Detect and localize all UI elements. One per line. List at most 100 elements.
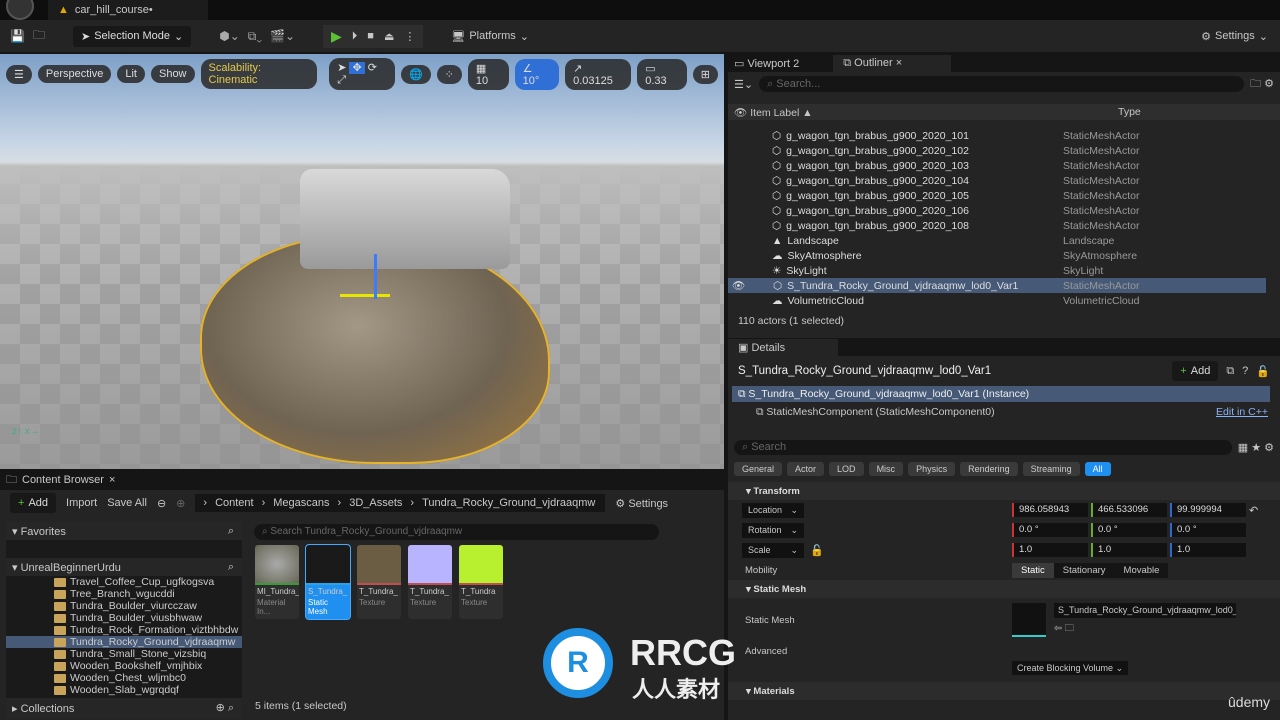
details-search-input[interactable]: ⌕ Search	[734, 439, 1232, 455]
outliner-row[interactable]: ☀ SkyLight SkyLight	[728, 263, 1280, 278]
filter-icon[interactable]: ☰⌄	[734, 78, 753, 91]
lock-icon[interactable]: 🔓	[1256, 365, 1270, 378]
folder-item[interactable]: Tundra_Boulder_viurcczaw	[6, 600, 242, 612]
location-y-field[interactable]: 466.533096	[1091, 503, 1167, 517]
blueprint-icon[interactable]: ⧉⌄	[248, 29, 262, 44]
tab-viewport-2[interactable]: ▭ Viewport 2	[728, 57, 829, 70]
add-actor-icon[interactable]: ⬢⌄	[219, 29, 240, 43]
outliner-row[interactable]: ⬡ g_wagon_tgn_brabus_g900_2020_105 StaticM…	[728, 188, 1280, 203]
rotation-snap-button[interactable]: ∠ 10°	[514, 58, 560, 90]
gizmo-z[interactable]	[374, 254, 377, 299]
search-icon[interactable]: ⌕	[228, 525, 234, 538]
col-item-label[interactable]: 👁 Item Label ▲	[728, 106, 1118, 119]
outliner-row[interactable]: ☁ SkyAtmosphere SkyAtmosphere	[728, 248, 1280, 263]
transform-section[interactable]: ▾ Transform	[728, 482, 1280, 500]
rotation-z-field[interactable]: 0.0 °	[1170, 523, 1246, 537]
filter-actor[interactable]: Actor	[787, 462, 825, 476]
location-dropdown[interactable]: Location ⌄	[742, 502, 804, 518]
unreal-logo[interactable]	[6, 0, 34, 20]
car-mesh[interactable]	[300, 169, 510, 269]
reset-icon[interactable]: ↶	[1249, 504, 1258, 517]
outliner-row[interactable]: ⬡ g_wagon_tgn_brabus_g900_2020_104 StaticM…	[728, 173, 1280, 188]
mobility-movable[interactable]: Movable	[1115, 563, 1169, 578]
lit-button[interactable]: Lit	[117, 65, 145, 83]
asset-tile[interactable]: T_Tundra_ Texture	[357, 545, 401, 619]
scalability-button[interactable]: Scalability: Cinematic	[200, 59, 318, 89]
blueprint-icon[interactable]: ⧉	[1226, 365, 1234, 378]
search-icon[interactable]: ⌕	[228, 561, 234, 574]
filter-general[interactable]: General	[734, 462, 783, 476]
folder-item[interactable]: Tundra_Boulder_viusbhwaw	[6, 612, 242, 624]
content-browser-tab[interactable]: 🗀 Content Browser ×	[0, 471, 724, 489]
transform-tools[interactable]: ➤ ✥ ⟳ ⤢	[329, 58, 395, 90]
rotation-y-field[interactable]: 0.0 °	[1091, 523, 1167, 537]
breadcrumb-item[interactable]: 3D_Assets	[349, 497, 402, 509]
mesh-thumbnail[interactable]	[1012, 603, 1046, 637]
import-button[interactable]: Import	[66, 497, 97, 509]
scale-z-field[interactable]: 1.0	[1170, 543, 1246, 557]
advanced-label[interactable]: Advanced	[728, 642, 1280, 662]
folder-item[interactable]: Wooden_Slab_wgrqdqf	[6, 684, 242, 696]
rotation-dropdown[interactable]: Rotation ⌄	[742, 522, 804, 538]
folder-item[interactable]: Travel_Coffee_Cup_ugfkogsva	[6, 576, 242, 588]
outliner-search-input[interactable]: ⌕ Search...	[759, 76, 1245, 92]
instance-row[interactable]: ⧉ S_Tundra_Rocky_Ground_vjdraaqmw_lod0_V…	[732, 386, 1270, 402]
surface-snap-icon[interactable]: ⁘	[436, 64, 462, 84]
world-local-icon[interactable]: 🌐	[400, 64, 431, 84]
rotation-x-field[interactable]: 0.0 °	[1012, 523, 1088, 537]
close-icon[interactable]: ×	[109, 474, 115, 486]
settings-button[interactable]: ⚙ Settings ⌄	[1201, 30, 1268, 43]
help-icon[interactable]: ?	[1242, 365, 1248, 377]
level-viewport[interactable]: z↑ x→	[0, 54, 724, 469]
forward-icon[interactable]: ⊕	[176, 497, 185, 510]
asset-tile[interactable]: S_Tundra_ Static Mesh	[305, 544, 351, 620]
step-icon[interactable]: ⏵	[352, 30, 358, 43]
folder-item[interactable]: Tundra_Small_Stone_vizsbiq	[6, 648, 242, 660]
play-icon[interactable]: ▶	[331, 28, 342, 45]
asset-tile[interactable]: T_Tundra_ Texture	[408, 545, 452, 619]
add-collection-icon[interactable]: ⊕ ⌕	[216, 701, 234, 715]
save-icon[interactable]: 💾	[10, 29, 25, 43]
breadcrumb-item[interactable]: Content	[215, 497, 254, 509]
document-tab[interactable]: ▲ car_hill_course•	[48, 0, 208, 20]
camera-speed-button[interactable]: ▭ 0.33	[637, 58, 687, 90]
eject-icon[interactable]: ⏏	[384, 30, 394, 43]
gizmo-x[interactable]	[340, 294, 390, 297]
outliner-row[interactable]: ⬡ g_wagon_tgn_brabus_g900_2020_108 StaticM…	[728, 218, 1280, 233]
stop-icon[interactable]: ■	[367, 30, 374, 42]
static-mesh-picker[interactable]: S_Tundra_Rocky_Ground_vjdraaqmw_lod0_Va …	[1054, 603, 1236, 618]
scale-snap-button[interactable]: ↗ 0.03125	[565, 58, 632, 90]
add-component-button[interactable]: + Add	[1172, 361, 1219, 381]
breadcrumb-item[interactable]: Tundra_Rocky_Ground_vjdraaqmw	[422, 497, 595, 509]
filter-physics[interactable]: Physics	[908, 462, 956, 476]
collections-header[interactable]: ▸ Collections ⊕ ⌕	[6, 698, 242, 718]
create-blocking-volume-button[interactable]: Create Blocking Volume ⌄	[1012, 661, 1129, 675]
filter-rendering[interactable]: Rendering	[960, 462, 1018, 476]
outliner-row[interactable]: ⬡ g_wagon_tgn_brabus_g900_2020_102 StaticM…	[728, 143, 1280, 158]
add-button[interactable]: + Add	[10, 493, 57, 513]
filter-lod[interactable]: LOD	[829, 462, 864, 476]
viewport-menu-icon[interactable]: ☰	[6, 64, 32, 84]
mobility-stationary[interactable]: Stationary	[1054, 563, 1115, 578]
outliner-row[interactable]: ⬡ g_wagon_tgn_brabus_g900_2020_103 StaticM…	[728, 158, 1280, 173]
outliner-row[interactable]: ⬡ g_wagon_tgn_brabus_g900_2020_106 StaticM…	[728, 203, 1280, 218]
back-icon[interactable]: ⊖	[157, 497, 166, 510]
folder-item[interactable]: Tree_Branch_wgucddi	[6, 588, 242, 600]
add-folder-icon[interactable]: 🗀 ⚙	[1250, 75, 1274, 94]
tab-details[interactable]: ▣ Details	[728, 338, 838, 356]
static-mesh-section[interactable]: ▾ Static Mesh	[728, 580, 1280, 598]
folder-item[interactable]: Tundra_Rocky_Ground_vjdraaqmw	[6, 636, 242, 648]
breadcrumb-item[interactable]: Megascans	[273, 497, 329, 509]
filter-all[interactable]: All	[1084, 462, 1111, 476]
location-x-field[interactable]: 986.058943	[1012, 503, 1088, 517]
grid-snap-button[interactable]: ▦ 10	[467, 58, 509, 90]
cinematics-icon[interactable]: 🎬⌄	[270, 29, 295, 43]
asset-tile[interactable]: T_Tundra Texture	[459, 545, 503, 619]
mobility-static[interactable]: Static	[1012, 562, 1054, 578]
layout-icon[interactable]: ⊞	[692, 64, 718, 84]
scale-x-field[interactable]: 1.0	[1012, 543, 1088, 557]
asset-tile[interactable]: MI_Tundra_ Material In...	[255, 545, 299, 619]
save-all-button[interactable]: Save All	[107, 497, 147, 509]
visibility-icon[interactable]: 👁	[732, 279, 768, 292]
scale-y-field[interactable]: 1.0	[1091, 543, 1167, 557]
